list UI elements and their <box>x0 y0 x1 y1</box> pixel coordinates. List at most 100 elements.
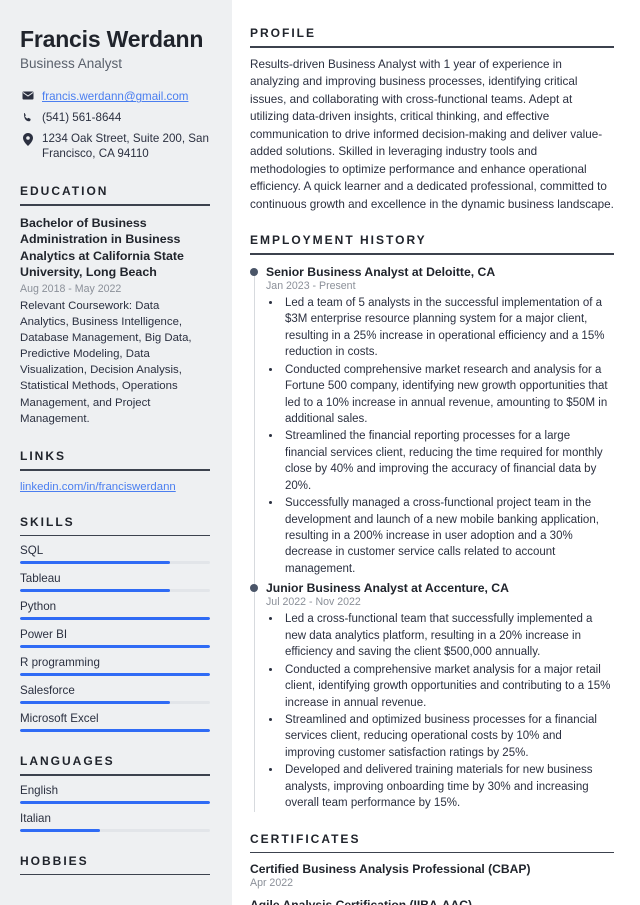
section-links: LINKS linkedin.com/in/franciswerdann <box>20 449 210 493</box>
skills-list: SQL Tableau Python Power BI R programming Sal… <box>20 544 210 732</box>
divider <box>20 534 210 536</box>
skill-bar-track <box>20 673 210 676</box>
phone-text: (541) 561-8644 <box>42 111 122 125</box>
skill-bar-fill <box>20 701 171 704</box>
skill-item: Tableau <box>20 572 210 592</box>
skill-bar-fill <box>20 589 171 592</box>
job-title: Senior Business Analyst at Deloitte, CA <box>266 264 496 279</box>
profile-text: Results-driven Business Analyst with 1 y… <box>250 57 614 211</box>
section-skills: SKILLS SQL Tableau Python Power BI R program… <box>20 514 210 732</box>
skill-bar-fill <box>20 617 210 620</box>
language-bar-fill <box>20 828 100 832</box>
job-bullet: Streamlined and optimized business proce… <box>282 712 614 761</box>
certificate-item: Agile Analysis Certification (IIBA-AAC)A… <box>250 898 614 905</box>
envelope-icon <box>20 89 35 100</box>
employment-entry: Senior Business Analyst at Deloitte, CA J… <box>250 264 614 577</box>
skill-item: Salesforce <box>20 684 210 704</box>
sidebar: Francis Werdann Business Analyst francis… <box>0 0 232 905</box>
timeline-dot-icon <box>250 267 258 276</box>
job-bullet: Successfully managed a cross-functional … <box>282 495 614 577</box>
section-profile: PROFILE Results-driven Business Analyst … <box>250 26 614 213</box>
certificate-date: Apr 2022 <box>250 877 293 890</box>
language-label: English <box>20 783 59 797</box>
education-heading: EDUCATION <box>20 184 109 198</box>
section-certificates: CERTIFICATES Certified Business Analysis… <box>250 832 614 905</box>
candidate-role: Business Analyst <box>20 56 123 72</box>
skill-item: SQL <box>20 544 210 564</box>
hobbies-heading: HOBBIES <box>20 853 89 868</box>
section-employment: EMPLOYMENT HISTORY Senior Business Analy… <box>250 233 614 812</box>
education-date: Aug 2018 - May 2022 <box>20 282 122 295</box>
skill-bar-fill <box>20 729 210 732</box>
address-text: 1234 Oak Street, Suite 200, San Francisc… <box>42 131 209 161</box>
skill-label: Power BI <box>20 628 68 641</box>
employment-heading: EMPLOYMENT HISTORY <box>250 233 427 248</box>
skills-heading: SKILLS <box>20 514 75 529</box>
links-list: linkedin.com/in/franciswerdann <box>20 481 210 493</box>
divider <box>250 46 614 48</box>
skill-item: R programming <box>20 656 210 676</box>
profile-heading: PROFILE <box>250 26 317 40</box>
section-hobbies: HOBBIES <box>20 853 210 875</box>
employment-entry: Junior Business Analyst at Accenture, CA… <box>250 581 614 811</box>
job-title: Junior Business Analyst at Accenture, CA <box>266 581 509 596</box>
skill-item: Python <box>20 600 210 620</box>
divider <box>20 774 210 776</box>
skill-bar-track <box>20 729 210 732</box>
email-link[interactable]: francis.werdann@gmail.com <box>42 90 188 103</box>
job-bullet: Led a cross-functional team that success… <box>282 611 614 660</box>
certificate-name: Agile Analysis Certification (IIBA-AAC) <box>250 898 614 905</box>
language-bar-track <box>20 800 210 804</box>
language-item: Italian <box>20 812 210 832</box>
job-bullet: Streamlined the financial reporting proc… <box>282 428 614 494</box>
language-item: English <box>20 784 210 804</box>
certificate-name: Certified Business Analysis Professional… <box>250 862 531 877</box>
skill-label: Microsoft Excel <box>20 712 99 725</box>
certificates-list: Certified Business Analysis Professional… <box>250 862 614 905</box>
job-date: Jul 2022 - Nov 2022 <box>266 596 361 609</box>
skill-bar-track <box>20 561 210 564</box>
job-bullet: Conducted comprehensive market research … <box>282 362 614 428</box>
contact-email[interactable]: francis.werdann@gmail.com <box>20 89 210 105</box>
employment-timeline: Senior Business Analyst at Deloitte, CA J… <box>250 265 614 812</box>
skill-label: R programming <box>20 656 100 669</box>
job-bullet: Led a team of 5 analysts in the successf… <box>282 295 614 361</box>
contact-address: 1234 Oak Street, Suite 200, San Francisc… <box>20 131 210 162</box>
job-bullet-list: Led a cross-functional team that success… <box>282 611 614 811</box>
languages-heading: LANGUAGES <box>20 754 115 768</box>
job-bullet: Conducted a comprehensive market analysi… <box>282 662 614 711</box>
phone-icon <box>20 110 35 123</box>
timeline-dot-icon <box>250 584 258 593</box>
languages-list: English Italian <box>20 784 210 832</box>
divider <box>20 469 210 471</box>
skill-bar-fill <box>20 673 210 676</box>
section-languages: LANGUAGES English Italian <box>20 754 210 832</box>
skill-item: Power BI <box>20 628 210 648</box>
contact-phone: (541) 561-8644 <box>20 110 210 126</box>
skill-item: Microsoft Excel <box>20 712 210 732</box>
skill-bar-track <box>20 645 210 648</box>
certificates-heading: CERTIFICATES <box>250 831 361 846</box>
links-heading: LINKS <box>20 449 66 463</box>
language-bar-track <box>20 828 210 832</box>
divider <box>250 253 614 255</box>
job-bullet: Developed and delivered training materia… <box>282 762 614 811</box>
skill-bar-fill <box>20 645 210 648</box>
main-content: PROFILE Results-driven Business Analyst … <box>232 0 640 905</box>
language-bar-fill <box>20 800 210 804</box>
skill-label: SQL <box>20 544 44 557</box>
resume-page: Francis Werdann Business Analyst francis… <box>0 0 640 905</box>
divider <box>20 204 210 206</box>
linkedin-link[interactable]: linkedin.com/in/franciswerdann <box>20 481 176 493</box>
skill-label: Salesforce <box>20 684 75 697</box>
job-date: Jan 2023 - Present <box>266 279 356 292</box>
divider <box>250 851 614 854</box>
job-bullet-list: Led a team of 5 analysts in the successf… <box>282 295 614 577</box>
candidate-name: Francis Werdann <box>20 26 204 52</box>
certificate-item: Certified Business Analysis Professional… <box>250 862 614 889</box>
education-description: Relevant Coursework: Data Analytics, Bus… <box>20 299 192 425</box>
skill-label: Tableau <box>20 572 61 585</box>
location-pin-icon <box>20 131 35 146</box>
skill-bar-fill <box>20 561 171 564</box>
skill-bar-track <box>20 617 210 620</box>
